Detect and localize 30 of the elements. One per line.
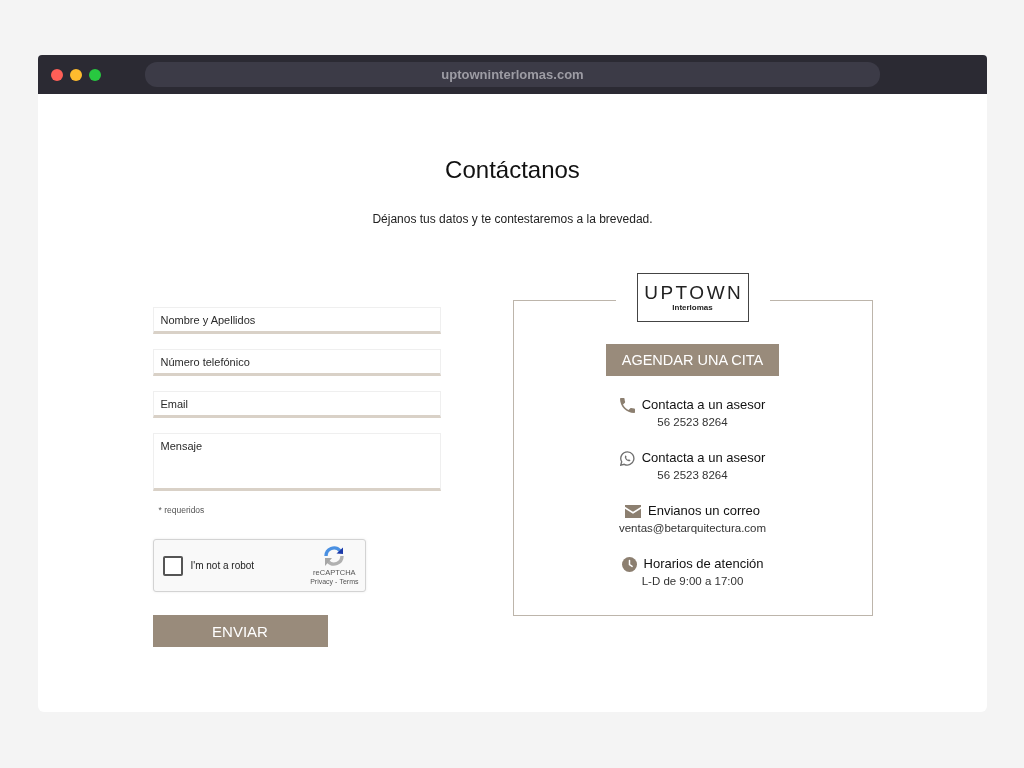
- contact-title: Envianos un correo: [648, 503, 760, 519]
- captcha-label: I'm not a robot: [190, 560, 255, 571]
- contact-title: Contacta a un asesor: [641, 450, 766, 466]
- contact-title: Contacta a un asesor: [641, 397, 766, 413]
- message-field[interactable]: Mensaje: [152, 433, 441, 491]
- appointment-button[interactable]: AGENDAR UNA CITA: [606, 344, 779, 376]
- logo-title: UPTOWN: [644, 282, 744, 303]
- input-field[interactable]: Número telefónico: [152, 349, 441, 376]
- submit-button[interactable]: ENVIAR: [152, 615, 328, 647]
- contact-value: 56 2523 8264: [657, 415, 728, 429]
- contact-value: 56 2523 8264: [657, 468, 728, 482]
- phone-icon: [619, 397, 635, 413]
- clock-icon: [621, 556, 637, 572]
- checkbox[interactable]: [162, 555, 183, 576]
- window-close-icon[interactable]: [51, 68, 63, 81]
- required-note: * requeridos: [158, 504, 205, 516]
- contact-title: Horarios de atención: [643, 556, 764, 572]
- contact-value: L-D de 9:00 a 17:00: [641, 574, 744, 588]
- contact-value: ventas@betarquitectura.com: [618, 521, 767, 535]
- input-field[interactable]: Nombre y Apellidos: [152, 307, 441, 334]
- chat-bubble-phone-icon: [619, 450, 635, 466]
- window-minimize-icon[interactable]: [70, 68, 82, 81]
- circular-arrows-icon: [323, 545, 346, 567]
- subtitle-text: Déjanos tus datos y te contestaremos a la brevedad.: [372, 211, 653, 227]
- address-bar[interactable]: uptowninterlomas.com: [145, 62, 880, 87]
- envelope-icon: [625, 504, 641, 518]
- window-maximize-icon[interactable]: [89, 68, 101, 81]
- input-field[interactable]: Email: [152, 391, 441, 418]
- page-heading: Contáctanos: [445, 156, 580, 184]
- logo-subtitle: Interlomas: [672, 302, 713, 313]
